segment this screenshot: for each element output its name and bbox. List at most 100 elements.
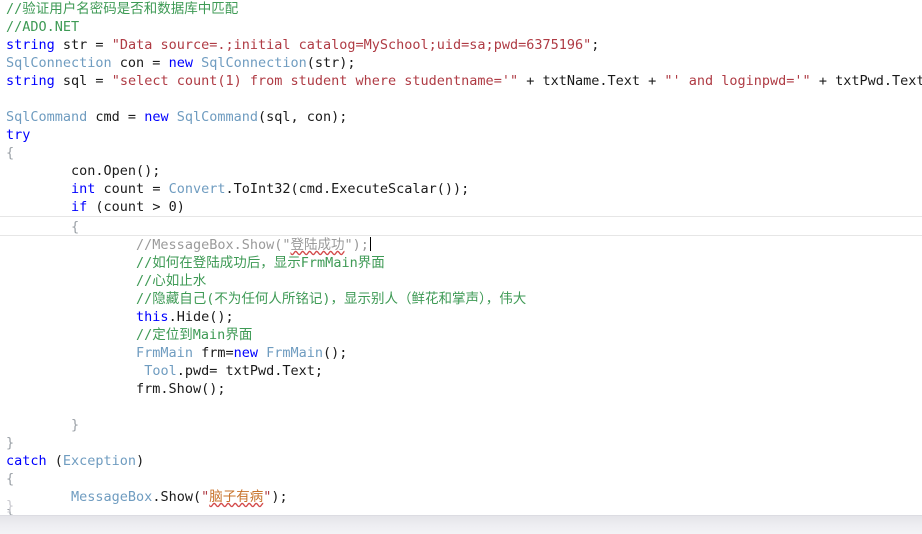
- code-token-kw: this: [136, 309, 169, 325]
- code-line[interactable]: //MessageBox.Show("登陆成功");: [0, 236, 922, 254]
- code-line[interactable]: }: [0, 434, 922, 452]
- code-line[interactable]: FrmMain frm=new FrmMain();: [0, 344, 922, 362]
- code-line[interactable]: string sql = "select count(1) from stude…: [0, 72, 922, 90]
- code-token-plain: (count > 0): [87, 199, 185, 215]
- clipped-closing-brace: }: [6, 498, 15, 514]
- code-token-kw: if: [71, 199, 88, 215]
- code-line[interactable]: catch (Exception): [0, 452, 922, 470]
- code-token-plain: (str);: [306, 55, 356, 71]
- editor-bottom-bar[interactable]: [0, 515, 922, 534]
- code-line[interactable]: if (count > 0): [0, 198, 922, 216]
- code-token-str: ": [201, 489, 210, 505]
- code-token-plain: str =: [54, 37, 112, 53]
- text-cursor: [369, 237, 371, 251]
- code-token-kw: new: [144, 109, 169, 125]
- code-token-plain: frm=: [192, 345, 234, 361]
- code-token-kw: new: [233, 345, 258, 361]
- code-line[interactable]: {: [0, 470, 922, 488]
- code-token-type: Exception: [62, 453, 137, 469]
- code-token-kw: try: [6, 127, 31, 143]
- code-token-cmt: //如何在登陆成功后，显示FrmMain界面: [136, 255, 385, 271]
- code-token-plain: (sql, con);: [258, 109, 348, 125]
- code-token-kw: string: [6, 73, 55, 89]
- code-line[interactable]: int count = Convert.ToInt32(cmd.ExecuteS…: [0, 180, 922, 198]
- code-token-plain: count =: [95, 181, 169, 197]
- code-token-type: SqlConnection: [201, 55, 307, 71]
- code-line[interactable]: //隐藏自己(不为任何人所铭记)，显示别人（鲜花和掌声），伟大: [0, 290, 922, 308]
- code-line[interactable]: frm.Show();: [0, 380, 922, 398]
- code-token-plain: );: [271, 489, 288, 505]
- code-token-brace: {: [6, 471, 15, 487]
- code-line[interactable]: try: [0, 126, 922, 144]
- code-token-kw: int: [71, 181, 96, 197]
- code-token-plain: .Hide();: [168, 309, 234, 325]
- code-token-cmt: //定位到Main界面: [136, 327, 253, 343]
- code-token-type: SqlCommand: [176, 109, 258, 125]
- code-token-plain: ): [136, 453, 145, 469]
- code-token-plain: sql =: [54, 73, 112, 89]
- code-token-plain: ();: [323, 345, 348, 361]
- code-token-plain: .pwd= txtPwd.Text;: [176, 363, 324, 379]
- code-line[interactable]: Tool.pwd= txtPwd.Text;: [0, 362, 922, 380]
- code-token-kw: string: [6, 37, 55, 53]
- code-line[interactable]: {: [0, 144, 922, 162]
- code-token-kw: new: [168, 55, 193, 71]
- code-token-plain: .ToInt32(cmd.ExecuteScalar());: [225, 181, 470, 197]
- code-token-str: "Data source=.;initial catalog=MySchool;…: [111, 37, 592, 53]
- code-text-area[interactable]: //验证用户名密码是否和数据库中匹配 //ADO.NET string str = …: [0, 0, 922, 515]
- code-token-type: SqlCommand: [6, 109, 88, 125]
- code-line[interactable]: SqlConnection con = new SqlConnection(st…: [0, 54, 922, 72]
- code-token-plain: con =: [111, 55, 169, 71]
- code-line[interactable]: //如何在登陆成功后，显示FrmMain界面: [0, 254, 922, 272]
- code-token-plain: con.Open();: [71, 163, 161, 179]
- code-token-plain: frm.Show();: [136, 381, 226, 397]
- code-line[interactable]: //定位到Main界面: [0, 326, 922, 344]
- code-line[interactable]: {: [0, 216, 922, 236]
- code-token-str: "select count(1) from student where stud…: [111, 73, 519, 89]
- code-editor[interactable]: //验证用户名密码是否和数据库中匹配 //ADO.NET string str = …: [0, 0, 922, 534]
- code-token-type: Tool: [144, 363, 177, 379]
- code-line[interactable]: SqlCommand cmd = new SqlCommand(sql, con…: [0, 108, 922, 126]
- code-token-plain: ;: [591, 37, 600, 53]
- code-token-plain: cmd =: [87, 109, 145, 125]
- code-line[interactable]: [0, 398, 922, 416]
- code-line[interactable]: //验证用户名密码是否和数据库中匹配: [0, 0, 922, 18]
- code-line[interactable]: }: [0, 416, 922, 434]
- code-token-cmt: //隐藏自己(不为任何人所铭记)，显示别人（鲜花和掌声），伟大: [136, 291, 527, 307]
- code-token-plain: + txtName.Text +: [518, 73, 665, 89]
- code-line[interactable]: [0, 90, 922, 108]
- code-line[interactable]: //ADO.NET: [0, 18, 922, 36]
- code-token-plain: + txtPwd.Text +: [818, 73, 922, 89]
- code-token-type: FrmMain: [136, 345, 193, 361]
- code-token-kw: catch: [6, 453, 47, 469]
- code-token-cmt: //心如止水: [136, 273, 207, 289]
- code-token-type: MessageBox: [71, 489, 153, 505]
- code-line[interactable]: MessageBox.Show("脑子有病");: [0, 488, 922, 506]
- code-token-squig-red: 脑子有病: [209, 489, 264, 505]
- code-line[interactable]: string str = "Data source=.;initial cata…: [0, 36, 922, 54]
- code-line[interactable]: //心如止水: [0, 272, 922, 290]
- code-token-type: Convert: [168, 181, 226, 197]
- code-line[interactable]: this.Hide();: [0, 308, 922, 326]
- code-token-brace: {: [71, 219, 80, 235]
- code-token-plain: (: [46, 453, 63, 469]
- code-line[interactable]: con.Open();: [0, 162, 922, 180]
- code-token-str: "' and loginpwd='": [664, 73, 811, 89]
- code-line[interactable]: }: [0, 506, 922, 515]
- code-token-cmt-dim: ");: [344, 237, 369, 253]
- code-token-cmt-dim: //MessageBox.Show(": [136, 237, 291, 253]
